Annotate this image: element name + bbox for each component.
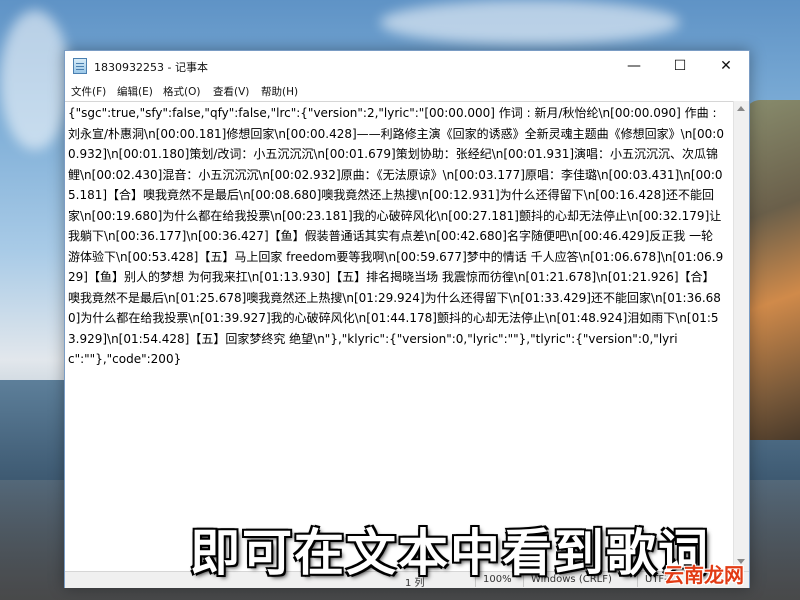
wallpaper-cloud [0,10,70,150]
text-editor[interactable]: {"sgc":true,"sfy":false,"qfy":false,"lrc… [65,101,733,572]
scroll-up-icon[interactable] [737,106,745,111]
document-content[interactable]: {"sgc":true,"sfy":false,"qfy":false,"lrc… [68,103,724,370]
wallpaper-cloud [380,0,680,45]
menu-format[interactable]: 格式(O) [163,84,200,99]
window-title: 1830932253 - 记事本 [94,61,208,74]
menu-edit[interactable]: 编辑(E) [117,84,153,99]
maximize-button[interactable]: ☐ [657,51,703,81]
minimize-button[interactable]: — [611,51,657,81]
site-watermark: 云南龙网 [664,563,744,587]
menu-bar: 文件(F) 编辑(E) 格式(O) 查看(V) 帮助(H) [65,81,749,101]
menu-file[interactable]: 文件(F) [71,84,106,99]
notepad-icon [73,58,87,74]
close-button[interactable]: ✕ [703,51,749,81]
notepad-window: 1830932253 - 记事本 — ☐ ✕ 文件(F) 编辑(E) 格式(O)… [64,50,750,589]
menu-view[interactable]: 查看(V) [213,84,249,99]
menu-help[interactable]: 帮助(H) [261,84,298,99]
vertical-scrollbar[interactable] [733,101,749,571]
title-bar[interactable]: 1830932253 - 记事本 — ☐ ✕ [65,51,749,81]
